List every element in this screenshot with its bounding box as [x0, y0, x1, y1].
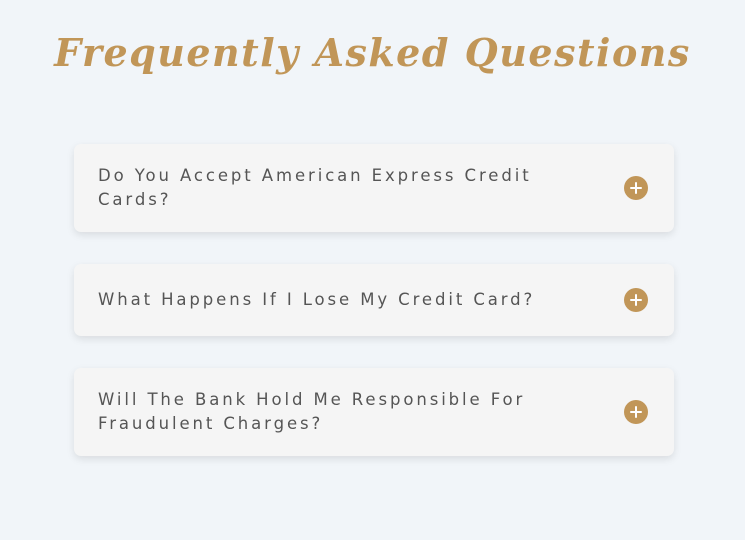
faq-page: Frequently Asked Questions Do You Accept…: [0, 0, 745, 540]
faq-list: Do You Accept American Express Credit Ca…: [74, 144, 674, 488]
plus-circle-icon[interactable]: [624, 288, 648, 312]
faq-item-american-express[interactable]: Do You Accept American Express Credit Ca…: [74, 144, 674, 232]
plus-circle-icon[interactable]: [624, 400, 648, 424]
faq-question: Will The Bank Hold Me Responsible For Fr…: [98, 390, 526, 433]
faq-question: What Happens If I Lose My Credit Card?: [98, 290, 536, 309]
faq-item-fraudulent-charges[interactable]: Will The Bank Hold Me Responsible For Fr…: [74, 368, 674, 456]
faq-item-lost-card[interactable]: What Happens If I Lose My Credit Card?: [74, 264, 674, 336]
plus-circle-icon[interactable]: [624, 176, 648, 200]
faq-question: Do You Accept American Express Credit Ca…: [98, 166, 532, 209]
page-title: Frequently Asked Questions: [54, 30, 691, 75]
